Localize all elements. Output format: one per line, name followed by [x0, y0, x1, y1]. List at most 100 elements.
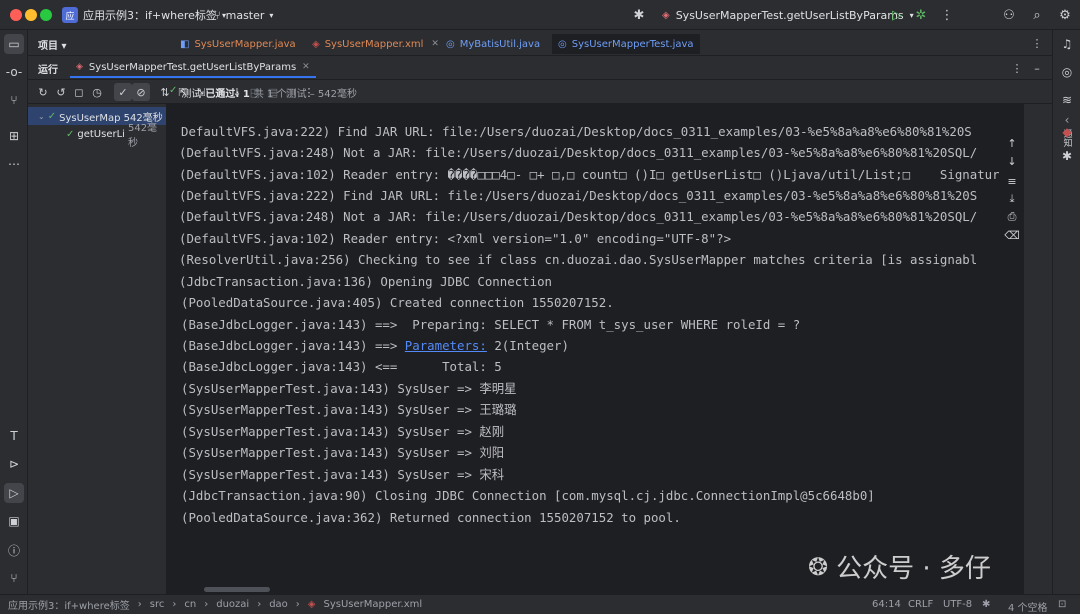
console-line-parameters: (BaseJdbcLogger.java:143) ==> Parameters…: [181, 335, 569, 356]
terminal-icon[interactable]: ▣: [4, 511, 24, 531]
project-name: 应用示例3：if+where标签: [83, 9, 217, 22]
tab-sysusermapper-java[interactable]: ◧ SysUserMapper.java: [174, 34, 302, 54]
console-line: (DefaultVFS.java:248) Not a JAR: file:/U…: [179, 209, 978, 224]
lock-icon[interactable]: ⊡: [1058, 599, 1066, 610]
tab-sysusermappertest-java[interactable]: ◎ SysUserMapperTest.java: [552, 34, 700, 54]
gradle-icon[interactable]: ✱: [1057, 146, 1077, 166]
more-tools-icon[interactable]: ⋯: [4, 154, 24, 174]
add-user-icon[interactable]: ⚇: [1000, 6, 1018, 24]
run-toolbar: ↻ ↺ ◻ ◷ ✓ ⊘ ⇅ ⇱ ⇲ ↑ ↓ ◰ ▤ ◫ ⋮ ✓ 测试 已通过: …: [28, 80, 1052, 104]
minimize-window-button[interactable]: [25, 9, 37, 21]
watermark: ❂ 公众号 · 多仔: [808, 548, 991, 585]
tree-item-label: getUserLi: [77, 128, 125, 140]
parameters-link[interactable]: Parameters:: [405, 338, 487, 353]
cursor-position[interactable]: 64:14: [872, 599, 901, 610]
passed-check-icon: ✓: [47, 110, 57, 122]
more-icon[interactable]: ⋮: [938, 6, 956, 24]
console-line: (SysUserMapperTest.java:143) SysUser => …: [181, 402, 517, 417]
console-line: (PooledDataSource.java:405) Created conn…: [181, 295, 614, 310]
toggle-auto-test-icon[interactable]: ◷: [88, 83, 106, 101]
tab-label: SysUserMapper.xml: [324, 38, 424, 50]
chevron-down-icon: ⌄: [38, 111, 45, 121]
show-passed-icon[interactable]: ✓: [114, 83, 132, 101]
right-tool-bar: ♫ ◎ ≋ ‹ 通知 ◆ ✱: [1052, 30, 1080, 594]
console-line: (DefaultVFS.java:222) Find JAR URL: file…: [179, 188, 978, 203]
file-encoding[interactable]: UTF-8: [943, 599, 972, 610]
console-line: (JdbcTransaction.java:136) Opening JDBC …: [179, 274, 552, 289]
horizontal-scrollbar[interactable]: [204, 587, 270, 592]
left-tool-bar: ▭ -o- ⑂ ⊞ ⋯ T ⊳ ▷ ▣ ⓘ ⑂: [0, 30, 28, 594]
console-line: (DefaultVFS.java:102) Reader entry: <?xm…: [179, 231, 732, 246]
run-tool-icon[interactable]: ▷: [4, 483, 24, 503]
close-icon[interactable]: ✕: [302, 62, 310, 72]
breadcrumb-item[interactable]: duozai: [216, 599, 249, 610]
database-icon[interactable]: ≋: [1057, 90, 1077, 110]
right-panel-strip: [1024, 104, 1052, 594]
ai-status-icon[interactable]: ✱: [982, 599, 990, 610]
build-hammer-icon[interactable]: T: [4, 426, 24, 446]
run-config-selector[interactable]: ◈ SysUserMapperTest.getUserListByParams …: [662, 5, 914, 25]
wechat-icon: ❂: [808, 552, 829, 581]
console-line: (ResolverUtil.java:256) Checking to see …: [179, 252, 978, 267]
stop-icon[interactable]: ◻: [70, 83, 88, 101]
git-icon[interactable]: ⑂: [4, 568, 24, 588]
notifications-bell-icon[interactable]: ♫: [1057, 34, 1077, 54]
maximize-window-button[interactable]: [40, 9, 52, 21]
project-selector[interactable]: 应 应用示例3：if+where标签 ▾: [62, 5, 226, 25]
git-branch-icon: ⑂: [214, 8, 221, 22]
soft-wrap-icon[interactable]: ≡: [1003, 172, 1021, 190]
close-icon[interactable]: ✕: [431, 39, 439, 49]
project-panel-label[interactable]: 项目 ▾: [38, 37, 67, 52]
rerun-icon[interactable]: ↻: [34, 83, 52, 101]
folder-icon[interactable]: ▭: [4, 34, 24, 54]
minimize-panel-icon[interactable]: –: [1028, 59, 1046, 77]
commit-icon[interactable]: -o-: [4, 62, 24, 82]
breadcrumb-item[interactable]: 应用示例3：if+where标签: [8, 597, 130, 612]
chevron-right-icon: ›: [204, 599, 209, 610]
branch-selector[interactable]: ⑂ master ▾: [214, 5, 273, 25]
java-file-icon: ◎: [446, 38, 455, 50]
console-line: (SysUserMapperTest.java:143) SysUser => …: [181, 424, 505, 439]
debug-bug-icon[interactable]: ✱: [630, 6, 648, 24]
problems-icon[interactable]: ⓘ: [4, 540, 24, 560]
line-separator[interactable]: CRLF: [908, 599, 933, 610]
close-window-button[interactable]: [10, 9, 22, 21]
scroll-to-end-icon[interactable]: ⤓: [1003, 190, 1021, 208]
console-output[interactable]: DefaultVFS.java:222) Find JAR URL: file:…: [167, 104, 999, 594]
more-tabs-icon[interactable]: ⋮: [1028, 34, 1046, 52]
test-config-icon: ◈: [662, 9, 670, 21]
print-icon[interactable]: ⎙: [1003, 208, 1021, 226]
branch-name: master: [225, 8, 265, 22]
breadcrumb-item[interactable]: dao: [269, 599, 288, 610]
search-icon[interactable]: ⌕: [1028, 6, 1046, 24]
breadcrumb-item[interactable]: cn: [184, 599, 196, 610]
structure-icon[interactable]: ⊞: [4, 126, 24, 146]
debug-icon[interactable]: ✲: [912, 6, 930, 24]
run-panel-header: 运行 ◈ SysUserMapperTest.getUserListByPara…: [28, 56, 1052, 80]
services-icon[interactable]: ⊳: [4, 454, 24, 474]
console-line: (BaseJdbcLogger.java:143) <== Total: 5: [181, 359, 502, 374]
test-status: ✓ 测试 已通过: 1 共 1 个测试 – 542毫秒: [169, 85, 357, 100]
status-bar: 应用示例3：if+where标签 › src › cn › duozai › d…: [0, 594, 1080, 614]
passed-check-icon: ✓: [66, 128, 75, 140]
maven-icon[interactable]: ◆: [1057, 122, 1077, 142]
run-tab[interactable]: ◈ SysUserMapperTest.getUserListByParams …: [70, 58, 316, 78]
breadcrumb-item[interactable]: SysUserMapper.xml: [323, 599, 422, 610]
scroll-down-icon[interactable]: ↓: [1003, 152, 1021, 170]
scroll-up-icon[interactable]: ↑: [1003, 134, 1021, 152]
more-options-icon[interactable]: ⋮: [1008, 59, 1026, 77]
pull-request-icon[interactable]: ⑂: [4, 90, 24, 110]
tab-sysusermapper-xml[interactable]: ◈ SysUserMapper.xml ✕: [306, 34, 445, 54]
trash-icon[interactable]: ⌫: [1003, 226, 1021, 244]
indent-setting[interactable]: 4 个空格: [1008, 599, 1048, 614]
status-detail: 共 1 个测试 – 542毫秒: [253, 89, 358, 100]
rerun-failed-icon[interactable]: ↺: [52, 83, 70, 101]
ai-assistant-icon[interactable]: ◎: [1057, 62, 1077, 82]
run-icon[interactable]: ▷: [888, 6, 906, 24]
chevron-right-icon: ›: [295, 599, 300, 610]
tab-mybatisutil-java[interactable]: ◎ MyBatisUtil.java: [440, 34, 546, 54]
breadcrumb-item[interactable]: src: [150, 599, 165, 610]
tree-item-method[interactable]: ✓ getUserLi 542毫秒: [28, 123, 166, 149]
settings-gear-icon[interactable]: ⚙: [1056, 6, 1074, 24]
show-ignored-icon[interactable]: ⊘: [132, 83, 150, 101]
